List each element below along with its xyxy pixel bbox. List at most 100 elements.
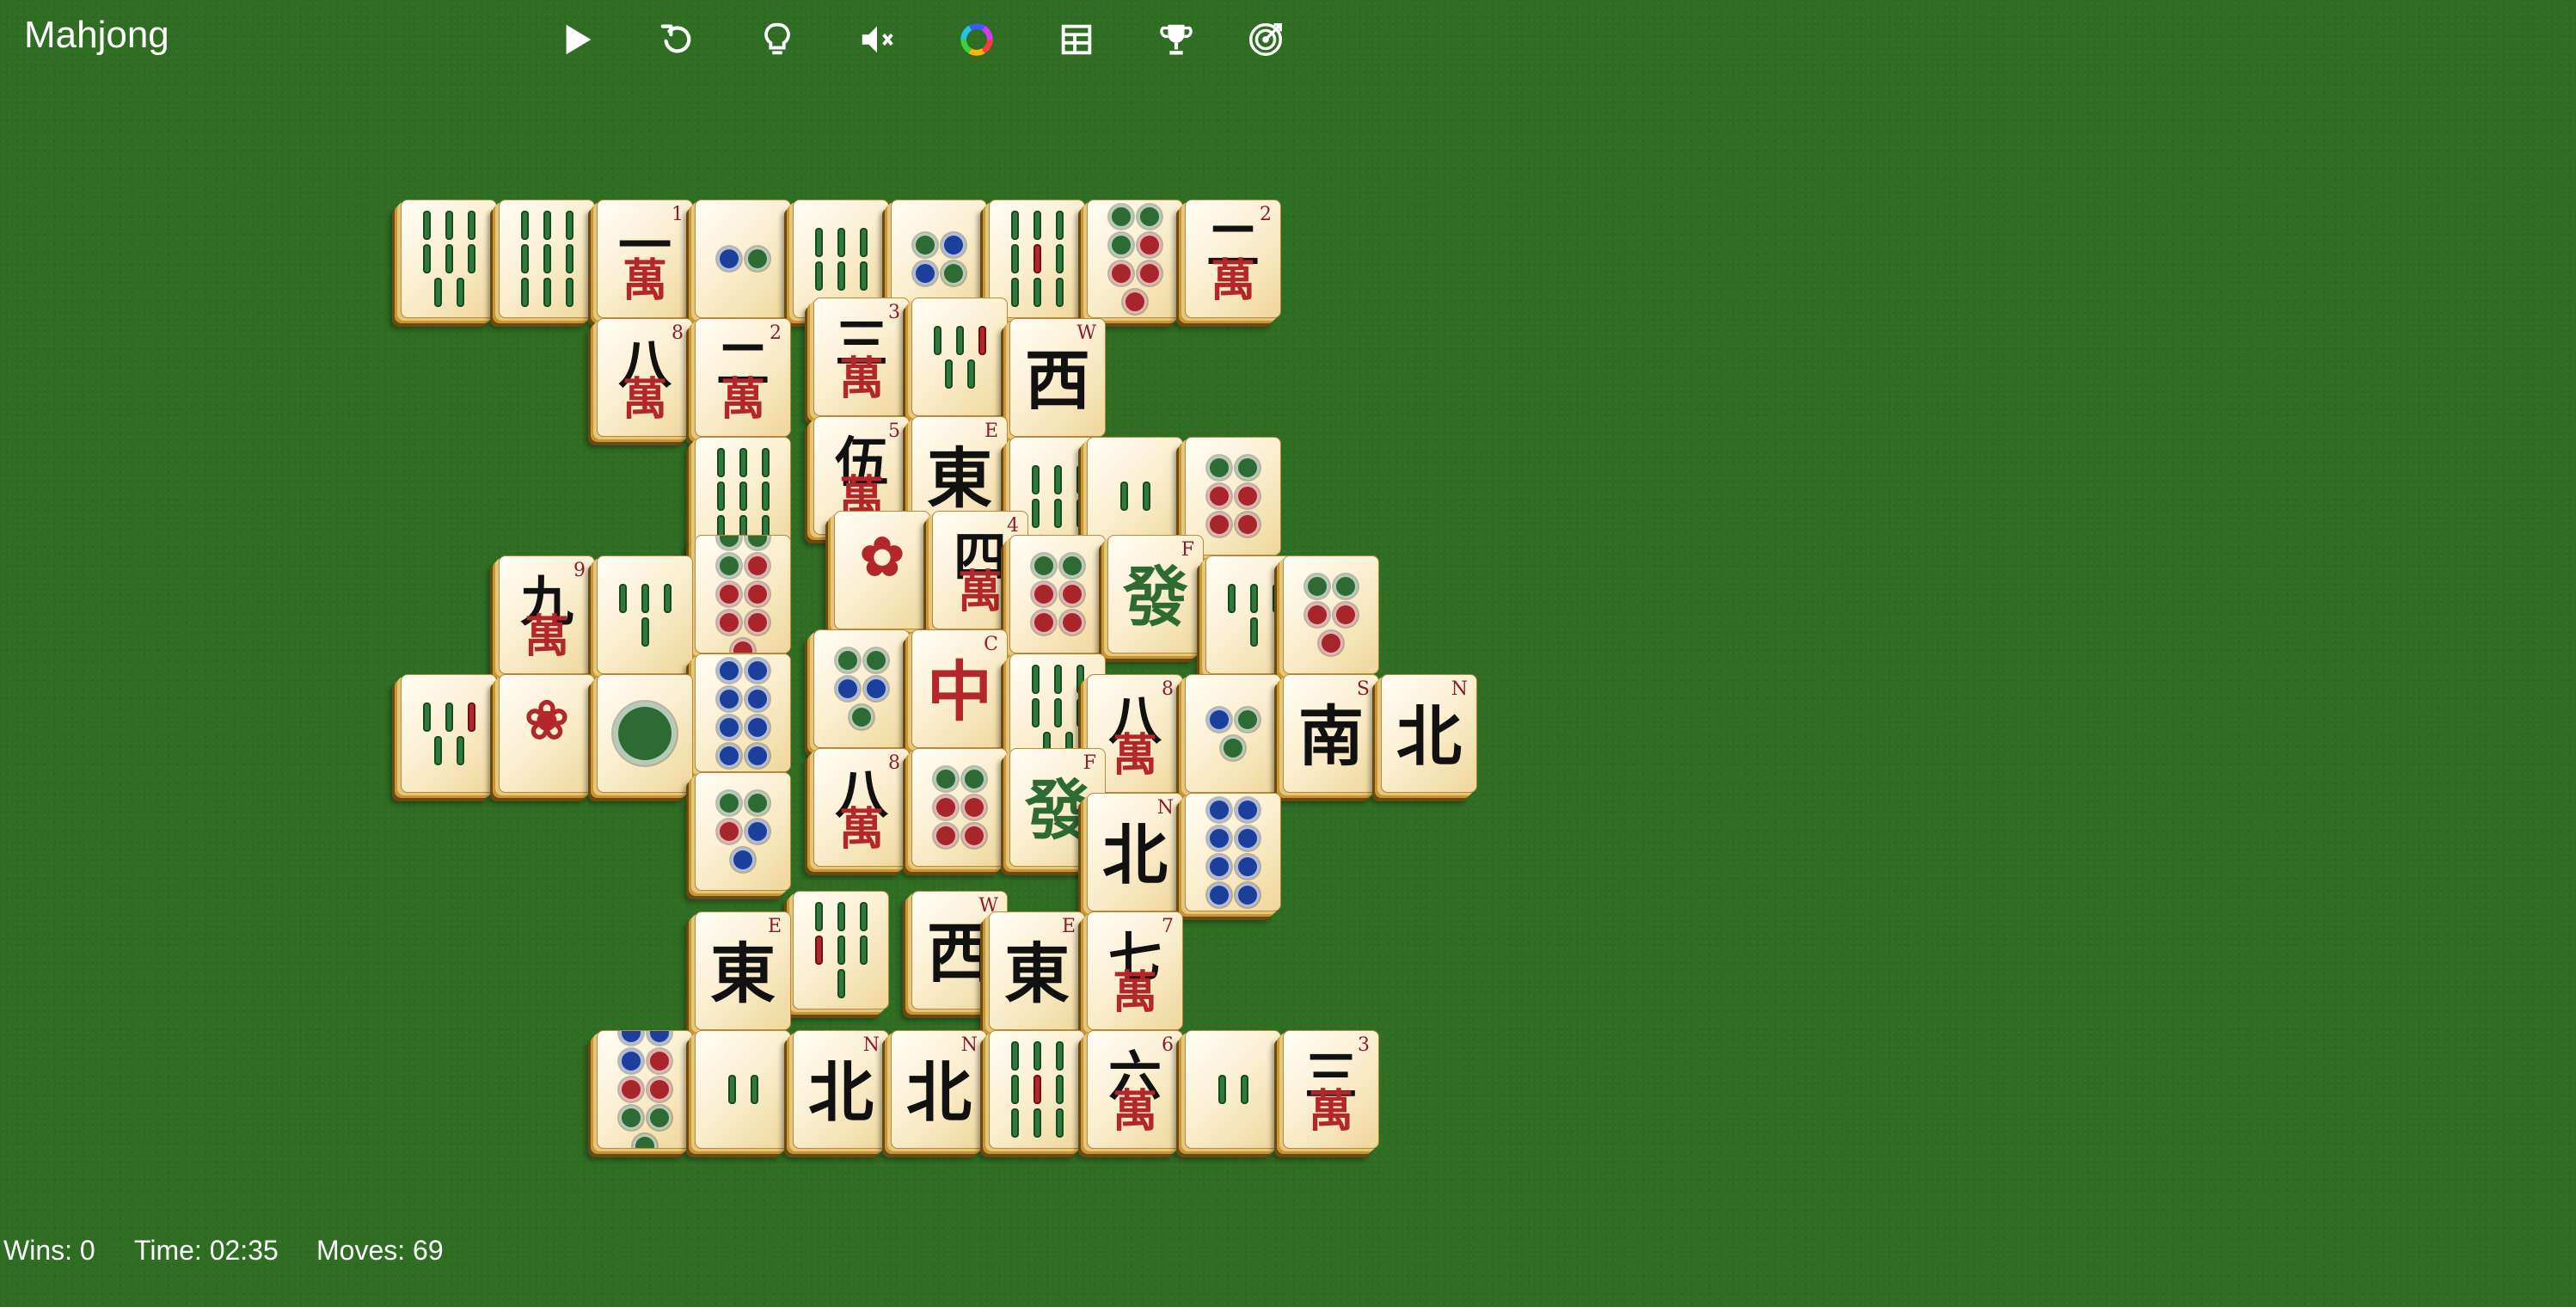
bamboo-stick [1033,244,1041,273]
bamboo-stick [716,448,725,477]
bamboo-stick [1055,1108,1064,1138]
tile-symbol: 北 [1102,817,1168,893]
dot-pip [716,536,741,549]
mahjong-tile[interactable]: 發F [1107,535,1204,654]
mahjong-tile[interactable] [695,654,791,772]
mahjong-tile[interactable]: 三萬3 [1283,1030,1379,1149]
dot-pip [618,1106,643,1130]
mahjong-tile[interactable]: 八萬8 [597,318,693,437]
tile-dots [1194,685,1272,782]
mahjong-tile[interactable]: 八萬8 [813,748,910,867]
mahjong-tile[interactable] [1185,674,1281,793]
bamboo-stick [859,227,868,257]
dot-pip [1304,574,1329,598]
mahjong-tile[interactable] [695,1030,791,1149]
dot-pip [1206,825,1231,850]
tile-suit-symbol: 萬 [720,373,765,426]
tile-suit-symbol: 萬 [1308,1085,1353,1138]
mahjong-tile[interactable]: 一萬1 [597,199,693,318]
mahjong-tile[interactable]: 九萬9 [499,555,595,674]
mahjong-tile[interactable] [597,555,693,674]
mahjong-tile[interactable] [793,891,889,1009]
tile-index: E [1061,916,1076,937]
mahjong-tile[interactable] [695,772,791,891]
dot-pip [912,261,937,285]
tile-dots [823,641,900,737]
tile-index: N [1451,678,1468,700]
tile-suit-symbol: 萬 [838,803,884,856]
tile-dots [900,211,978,307]
tile-dots [704,658,782,768]
mahjong-tile[interactable]: 三萬3 [813,298,910,416]
dot-pip [835,677,860,701]
tile-index: 7 [1162,916,1174,937]
mahjong-tile[interactable]: 東E [989,911,1085,1030]
mahjong-tile[interactable] [401,199,497,318]
dot-pip [1059,582,1084,606]
mahjong-tile[interactable]: 二萬2 [695,318,791,437]
bamboo-stick [1119,482,1128,511]
tile-index: 8 [1162,678,1174,700]
tile-bamboo [998,211,1076,307]
bamboo-stick [1249,617,1258,647]
tile-index: 5 [888,420,900,442]
mahjong-tile[interactable]: ❀ [499,674,595,793]
bamboo-stick [1076,464,1084,494]
mahjong-tile[interactable] [597,674,693,793]
mahjong-tile[interactable]: 西W [1009,318,1106,437]
bamboo-stick [433,278,442,307]
mahjong-tile[interactable]: 北N [1381,674,1477,793]
tile-bamboo [921,309,998,405]
mahjong-tile[interactable]: ✿ [834,511,930,629]
dot-pip [1206,456,1231,480]
tile-bamboo [1096,448,1174,544]
tile-bamboo [410,685,488,782]
mahjong-tile[interactable] [911,298,1008,416]
mahjong-tile[interactable]: 南S [1283,674,1379,793]
bamboo-stick [944,359,953,389]
mahjong-tile[interactable] [1009,535,1106,654]
mahjong-tile[interactable]: 六萬6 [1087,1030,1183,1149]
dot-pip [835,648,860,672]
bamboo-stick [859,261,868,291]
mahjong-tile[interactable] [989,1030,1085,1149]
tile-index: C [984,634,998,655]
dot-pip [745,743,770,768]
bamboo-stick [565,278,573,307]
tile-bamboo [802,211,880,307]
mahjong-tile[interactable] [1185,793,1281,911]
tile-dots [1096,204,1174,314]
mahjong-tile[interactable] [911,748,1008,867]
mahjong-tile[interactable]: 七萬7 [1087,911,1183,1030]
tile-dots [606,1031,684,1148]
mahjong-tile[interactable]: 中C [911,629,1008,748]
tile-index: 2 [1260,204,1272,225]
mahjong-tile[interactable] [401,674,497,793]
tile-index: 1 [672,204,684,225]
mahjong-tile[interactable]: 北N [793,1030,889,1149]
mahjong-tile[interactable] [695,199,791,318]
mahjong-tile[interactable]: 東E [695,911,791,1030]
dot-pip [633,1134,657,1148]
tile-index: 8 [672,322,684,344]
tile-bamboo [606,567,684,663]
tile-bamboo [802,902,880,998]
mahjong-tile[interactable]: 北N [1087,793,1183,911]
dot-pip [961,795,986,819]
mahjong-tile[interactable] [1185,1030,1281,1149]
dot-pip [1206,882,1231,907]
bamboo-stick [1227,583,1236,613]
mahjong-tile[interactable]: 北N [891,1030,987,1149]
bamboo-stick [1142,482,1150,511]
bamboo-stick [761,448,770,477]
mahjong-tile[interactable] [813,629,910,748]
mahjong-tile[interactable] [1283,555,1379,674]
mahjong-tile[interactable] [695,535,791,654]
tile-dots [1292,567,1370,663]
mahjong-tile[interactable] [1087,199,1183,318]
mahjong-tile[interactable] [597,1030,693,1149]
mahjong-tile[interactable]: 二萬2 [1185,199,1281,318]
tile-symbol: 中 [927,654,992,730]
tile-dots [1194,797,1272,907]
mahjong-tile[interactable] [499,199,595,318]
